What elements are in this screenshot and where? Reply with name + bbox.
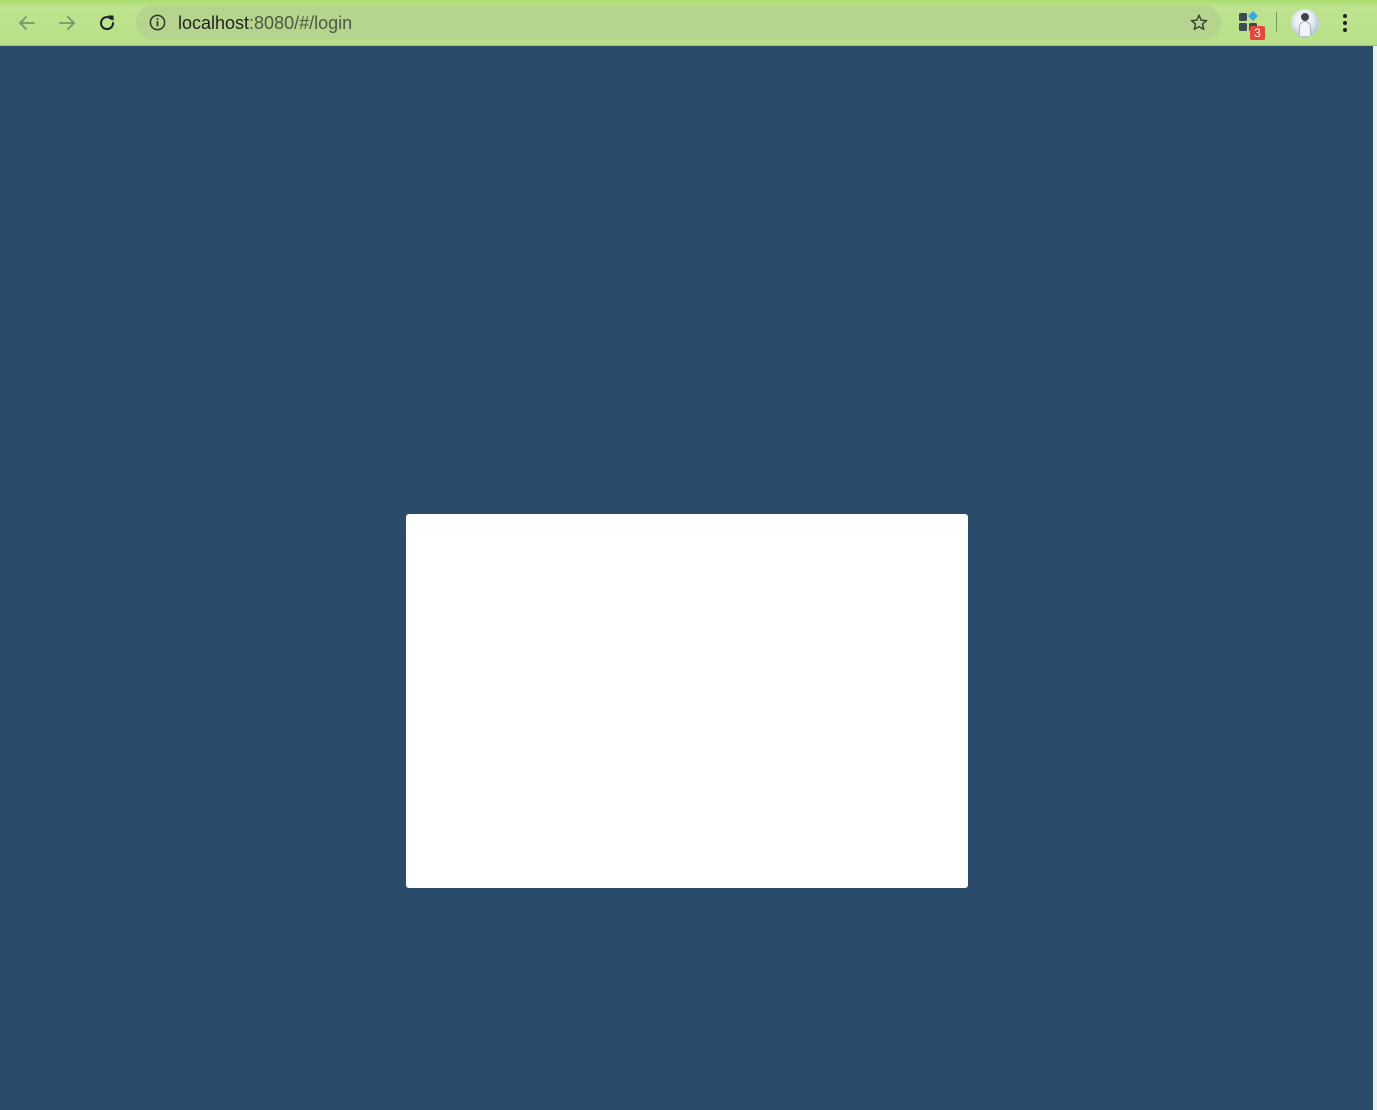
avatar-figure-body — [1299, 21, 1311, 37]
back-button[interactable] — [10, 6, 44, 40]
extensions-badge: 3 — [1250, 26, 1265, 40]
address-url[interactable]: localhost:8080/#/login — [178, 13, 352, 33]
browser-toolbar: localhost:8080/#/login 3 — [0, 0, 1377, 46]
browser-window: localhost:8080/#/login 3 — [0, 0, 1377, 1110]
login-box — [406, 514, 968, 888]
address-bar[interactable]: localhost:8080/#/login — [136, 5, 1221, 40]
star-icon[interactable] — [1188, 12, 1210, 34]
page-content — [0, 46, 1373, 1110]
info-icon[interactable] — [148, 13, 167, 32]
forward-button[interactable] — [50, 6, 84, 40]
reload-icon — [100, 15, 115, 31]
toolbar-separator — [1276, 12, 1277, 32]
arrow-right-icon — [59, 16, 75, 30]
avatar-figure-head — [1301, 13, 1309, 21]
url-host: localhost — [178, 13, 250, 33]
avatar[interactable] — [1291, 9, 1319, 37]
reload-button[interactable] — [90, 6, 124, 40]
arrow-left-icon — [19, 16, 35, 30]
window-edge — [1373, 46, 1377, 1110]
url-path: :8080/#/login — [249, 13, 353, 33]
kebab-menu-icon[interactable] — [1333, 9, 1357, 37]
